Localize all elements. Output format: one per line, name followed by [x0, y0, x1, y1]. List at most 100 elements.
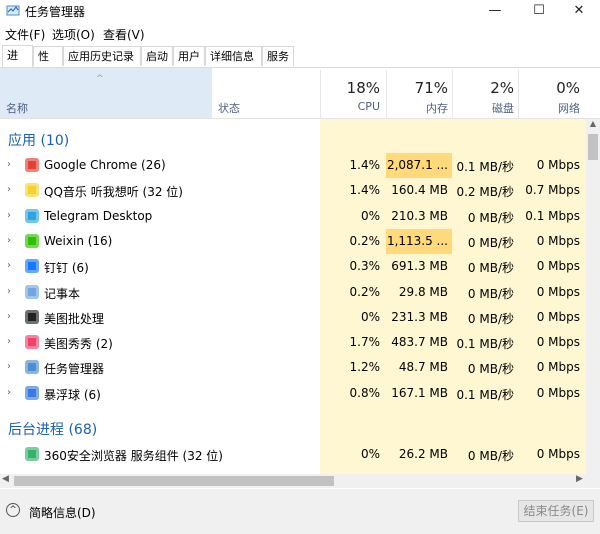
process-net-value: 0 Mbps	[536, 233, 580, 248]
floatball-icon	[25, 385, 39, 400]
tab-startup[interactable]: 启动	[141, 46, 173, 66]
tab-services[interactable]: 服务	[262, 46, 294, 66]
process-mem-value: 691.3 MB	[391, 259, 448, 274]
process-disk-value: 0.1 MB/秒	[456, 387, 514, 402]
network-header-label[interactable]: 网络	[520, 100, 580, 116]
group-background[interactable]: 后台进程 (68)	[8, 419, 97, 439]
process-disk-value: 0 MB/秒	[467, 210, 514, 225]
process-disk-value: 0 MB/秒	[467, 235, 514, 250]
process-net-value: 0 Mbps	[536, 360, 580, 375]
task-manager-app-icon	[6, 5, 20, 16]
taskmgr-icon	[25, 360, 39, 375]
process-cpu-value: 0.3%	[349, 259, 381, 274]
weixin-icon	[25, 233, 39, 248]
process-net-value: 0 Mbps	[536, 158, 580, 172]
process-mem-value: 483.7 MB	[391, 335, 448, 350]
process-name: 钉钉 (6)	[44, 261, 89, 276]
process-disk-value: 0.2 MB/秒	[456, 185, 514, 200]
cpu-header-label[interactable]: CPU	[322, 100, 380, 113]
process-name: 360安全浏览器 服务组件 (32 位)	[44, 449, 223, 463]
process-name: 暴浮球 (6)	[44, 387, 101, 402]
qqmusic-icon	[25, 183, 39, 198]
process-cpu-value: 1.4%	[349, 158, 381, 172]
column-divider	[320, 70, 321, 118]
status-header-label[interactable]: 状态	[218, 100, 240, 116]
expand-chevron-icon[interactable]: ›	[7, 184, 11, 195]
360-browser-icon	[25, 447, 39, 461]
process-cpu-value: 0.2%	[349, 284, 381, 299]
process-mem-value: 1,113.5 ...	[386, 233, 448, 248]
dingtalk-icon	[25, 259, 39, 274]
process-net-value: 0 Mbps	[536, 335, 580, 350]
process-net-value: 0.1 Mbps	[525, 208, 580, 223]
process-name: 美图批处理	[44, 311, 105, 326]
process-net-value: 0 Mbps	[536, 309, 580, 324]
tab-details[interactable]: 详细信息	[205, 46, 262, 66]
scroll-left-arrow-icon[interactable]: ◀	[2, 474, 9, 484]
vertical-scroll-thumb[interactable]	[588, 134, 598, 160]
process-net-value: 0 Mbps	[536, 259, 580, 274]
menu-view[interactable]: 查看(V)	[103, 26, 145, 43]
tab-performance[interactable]: 性能	[33, 46, 63, 83]
process-cpu-value: 0.2%	[349, 233, 381, 248]
end-task-button[interactable]: 结束任务(E)	[518, 500, 594, 522]
process-cpu-value: 0%	[360, 447, 380, 461]
process-name: 记事本	[44, 286, 81, 301]
process-name: Weixin (16)	[44, 233, 113, 248]
process-disk-value: 0 MB/秒	[467, 362, 514, 377]
process-net-value: 0 Mbps	[536, 447, 580, 461]
process-cpu-value: 0%	[360, 208, 380, 223]
expand-chevron-icon[interactable]: ›	[7, 286, 11, 297]
process-name: QQ音乐 听我想听 (32 位)	[44, 185, 183, 200]
notepad-icon	[25, 284, 39, 299]
expand-chevron-icon[interactable]: ›	[7, 361, 11, 372]
minimize-button[interactable]: —	[472, 0, 518, 22]
window-title: 任务管理器	[25, 5, 86, 19]
column-divider	[386, 70, 387, 118]
process-net-value: 0.7 Mbps	[525, 183, 580, 198]
menu-options[interactable]: 选项(O)	[52, 26, 95, 43]
process-mem-value: 26.2 MB	[398, 447, 448, 461]
expand-chevron-icon[interactable]: ›	[7, 311, 11, 322]
chrome-icon	[25, 158, 39, 172]
process-disk-value: 0 MB/秒	[467, 311, 514, 326]
process-cpu-value: 0.8%	[349, 385, 381, 400]
memory-header-label[interactable]: 内存	[388, 100, 448, 116]
name-column-header[interactable]	[0, 68, 212, 118]
process-net-value: 0 Mbps	[536, 385, 580, 400]
process-name: Google Chrome (26)	[44, 158, 166, 172]
horizontal-scroll-thumb[interactable]	[14, 476, 334, 486]
collapse-details-icon[interactable]: ^	[6, 503, 20, 517]
process-mem-value: 2,087.1 ...	[386, 158, 448, 172]
scroll-right-arrow-icon[interactable]: ▶	[576, 474, 583, 484]
tab-app-history[interactable]: 应用历史记录	[63, 46, 141, 66]
disk-header-label[interactable]: 磁盘	[454, 100, 514, 116]
expand-chevron-icon[interactable]: ›	[7, 387, 11, 398]
expand-chevron-icon[interactable]: ›	[7, 159, 11, 170]
sort-arrow-icon: ^	[96, 74, 104, 84]
process-net-value: 0 Mbps	[536, 284, 580, 299]
expand-chevron-icon[interactable]: ›	[7, 235, 11, 246]
tab-processes[interactable]: 进程	[2, 45, 33, 82]
vertical-scrollbar[interactable]	[586, 119, 600, 474]
network-total-pct: 0%	[556, 79, 580, 97]
close-button[interactable]: ✕	[556, 0, 600, 22]
expand-chevron-icon[interactable]: ›	[7, 336, 11, 347]
process-mem-value: 29.8 MB	[398, 284, 448, 299]
scroll-up-arrow-icon[interactable]: ▲	[586, 119, 600, 133]
group-apps[interactable]: 应用 (10)	[8, 130, 69, 150]
process-name: Telegram Desktop	[44, 208, 153, 223]
process-mem-value: 48.7 MB	[398, 360, 448, 375]
process-cpu-value: 1.2%	[349, 360, 381, 375]
telegram-icon	[25, 208, 39, 223]
expand-chevron-icon[interactable]: ›	[7, 210, 11, 221]
menu-file[interactable]: 文件(F)	[5, 26, 45, 43]
process-disk-value: 0 MB/秒	[467, 449, 514, 463]
process-cpu-value: 0%	[360, 309, 380, 324]
process-cpu-value: 1.7%	[349, 335, 381, 350]
brief-info-link[interactable]: 简略信息(D)	[29, 504, 96, 521]
process-disk-value: 0.1 MB/秒	[456, 337, 514, 352]
expand-chevron-icon[interactable]: ›	[7, 260, 11, 271]
process-mem-value: 231.3 MB	[391, 309, 448, 324]
tab-users[interactable]: 用户	[173, 46, 205, 66]
